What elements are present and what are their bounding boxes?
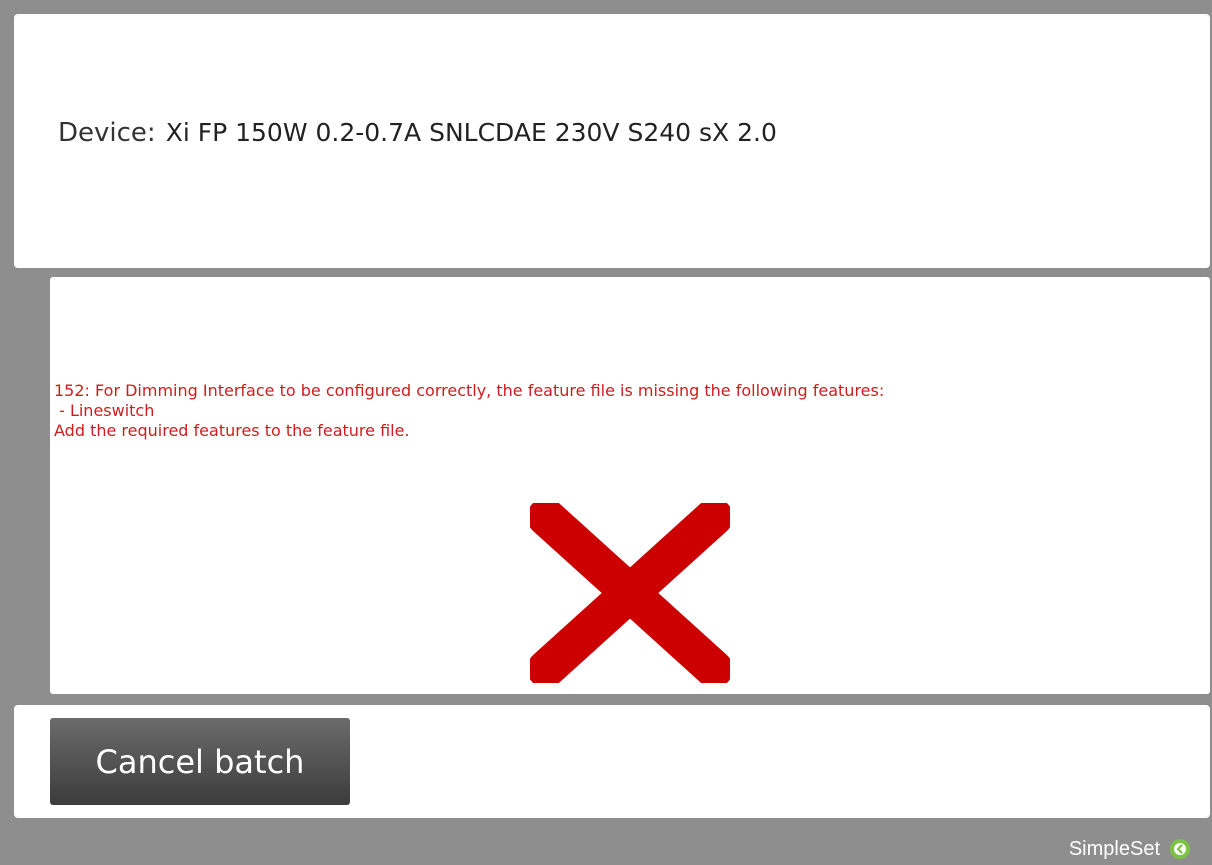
footer: SimpleSet [1069, 837, 1190, 861]
error-line: - Lineswitch [54, 401, 155, 420]
device-label: Device: [58, 118, 156, 148]
message-panel: 152: For Dimming Interface to be configu… [50, 277, 1210, 694]
error-line: 152: For Dimming Interface to be configu… [54, 381, 885, 400]
device-name: Xi FP 150W 0.2-0.7A SNLCDAE 230V S240 sX… [165, 118, 777, 147]
device-panel: Device: Xi FP 150W 0.2-0.7A SNLCDAE 230V… [14, 14, 1210, 268]
action-panel: Cancel batch [14, 705, 1210, 818]
brand-label: SimpleSet [1068, 837, 1160, 860]
cancel-batch-button[interactable]: Cancel batch [50, 718, 350, 805]
error-message: 152: For Dimming Interface to be configu… [54, 381, 1206, 441]
green-circle-arrow-icon[interactable] [1170, 839, 1190, 859]
x-icon [530, 503, 730, 683]
error-line: Add the required features to the feature… [54, 421, 410, 440]
device-info: Device: Xi FP 150W 0.2-0.7A SNLCDAE 230V… [58, 118, 777, 148]
